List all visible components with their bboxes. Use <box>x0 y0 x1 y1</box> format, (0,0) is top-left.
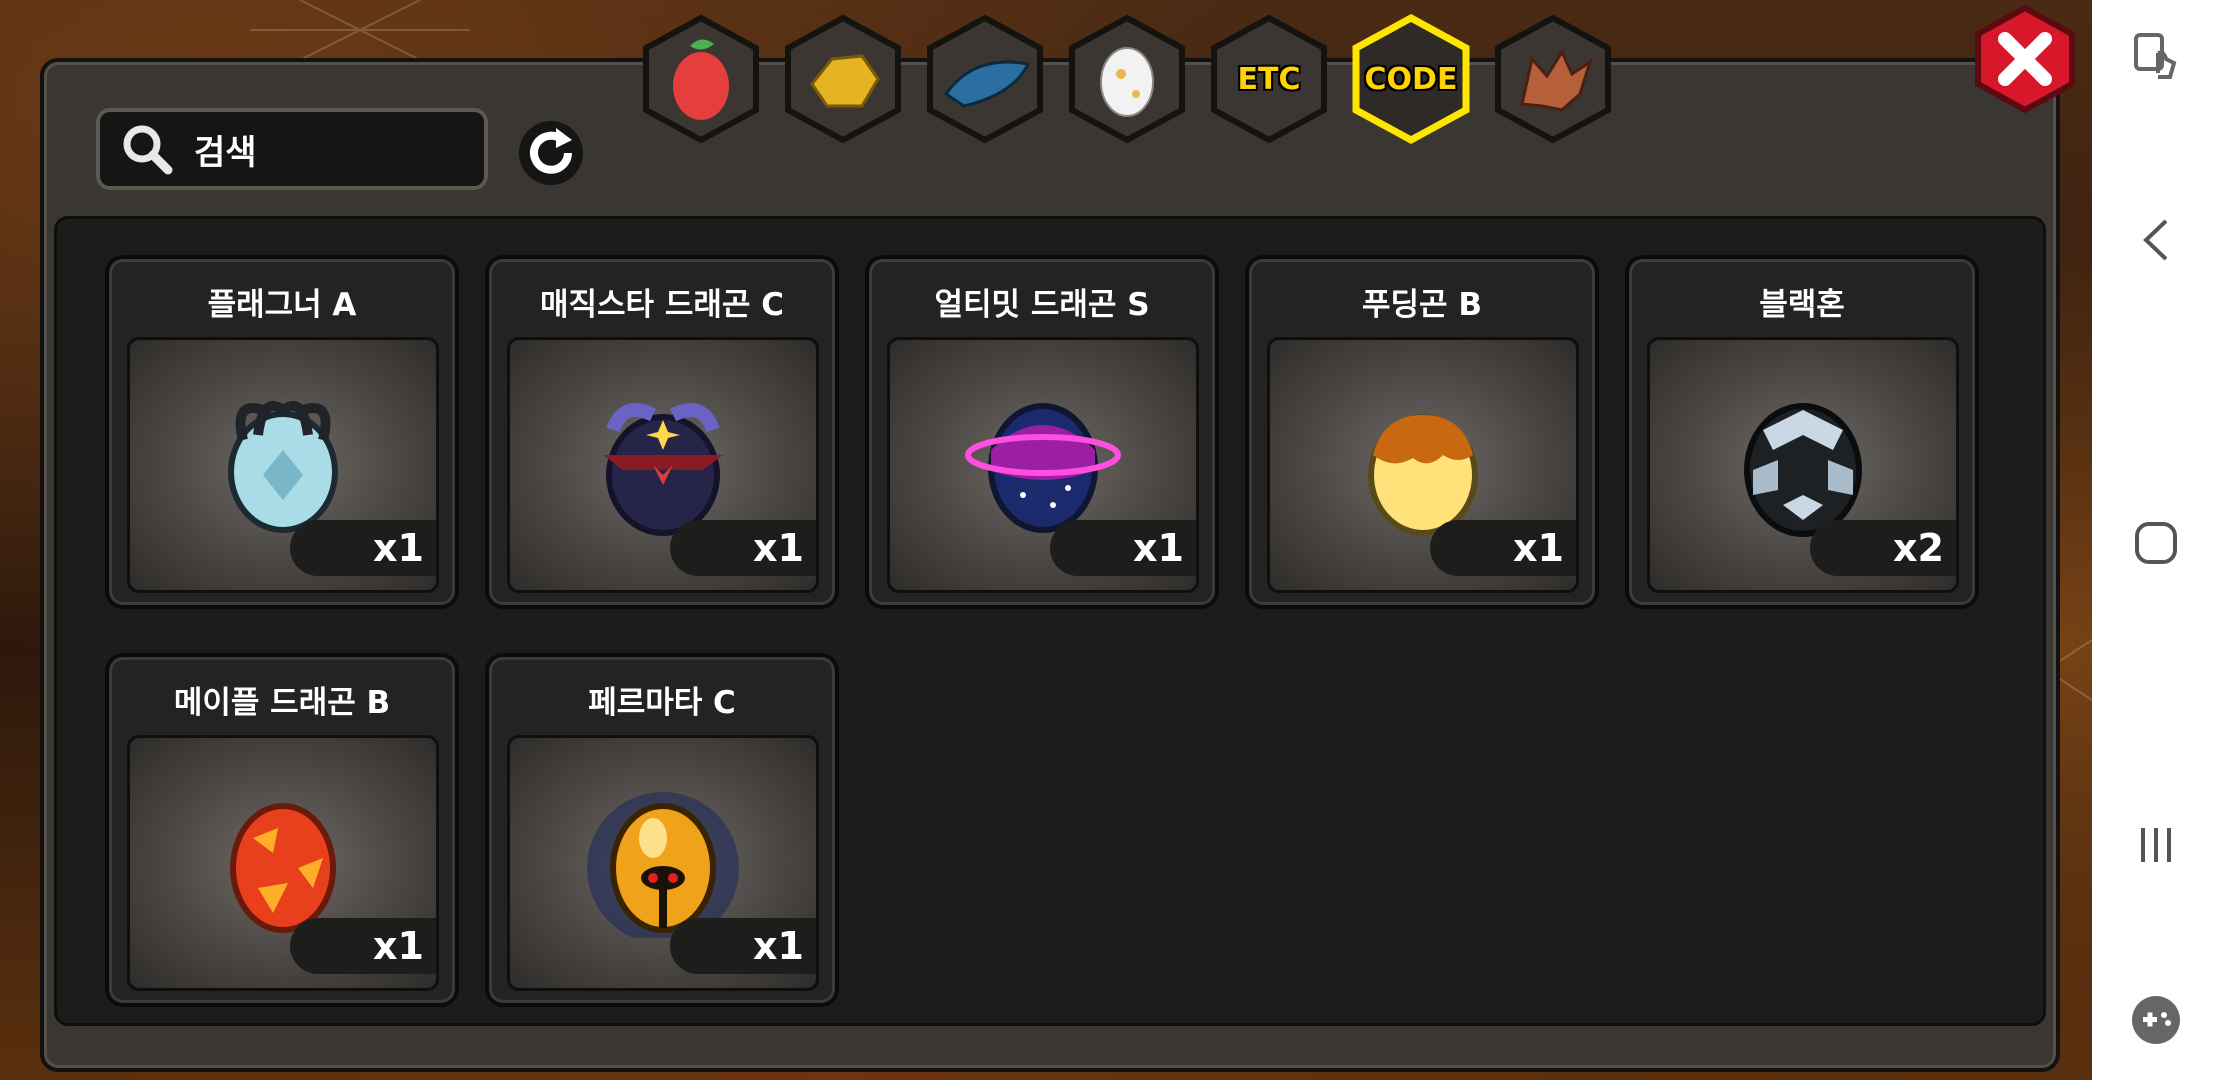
home-icon <box>2135 522 2177 564</box>
item-quantity: x1 <box>1430 520 1576 576</box>
system-navigation-bar <box>2092 0 2220 1080</box>
item-name: 매직스타 드래곤 C <box>540 287 784 323</box>
fruit-icon <box>673 52 729 120</box>
item-card[interactable]: 매직스타 드래곤 C x1 <box>485 255 839 609</box>
screen-touch-button[interactable] <box>2092 0 2220 110</box>
item-name: 블랙혼 <box>1759 287 1845 323</box>
item-name: 플래그너 A <box>207 287 357 323</box>
item-card[interactable]: 얼티밋 드래곤 S x1 <box>865 255 1219 609</box>
item-image-frame: x2 <box>1647 337 1959 593</box>
recents-button[interactable] <box>2092 790 2220 900</box>
tab-dragon[interactable] <box>1492 14 1614 144</box>
item-image-frame: x1 <box>1267 337 1579 593</box>
item-card[interactable]: 메이플 드래곤 B x1 <box>105 653 459 1007</box>
back-button[interactable] <box>2092 185 2220 295</box>
home-button[interactable] <box>2092 488 2220 598</box>
item-quantity: x2 <box>1810 520 1956 576</box>
blackhorn-egg-icon <box>1744 403 1862 537</box>
item-quantity: x1 <box>670 520 816 576</box>
refresh-icon[interactable] <box>516 118 586 188</box>
item-quantity: x1 <box>670 918 816 974</box>
recents-icon <box>2141 828 2171 862</box>
item-card[interactable]: 페르마타 C x1 <box>485 653 839 1007</box>
magicstar-egg-icon <box>603 403 723 536</box>
flagner-egg-icon <box>228 400 338 533</box>
item-image-frame: x1 <box>507 337 819 593</box>
item-name: 메이플 드래곤 B <box>173 685 391 721</box>
item-name: 페르마타 C <box>588 685 736 721</box>
ultimate-egg-icon <box>965 403 1121 533</box>
tab-gold-ore[interactable] <box>782 14 904 144</box>
tab-egg[interactable] <box>1066 14 1188 144</box>
inventory-panel: 검색 플래그너 A x1 매직스타 드래곤 C x1 얼티밋 드래곤 S x1 … <box>40 58 2060 1072</box>
item-name: 얼티밋 드래곤 S <box>934 287 1150 323</box>
category-tabs: ETC CODE <box>640 14 1640 144</box>
item-image-frame: x1 <box>127 735 439 991</box>
item-card[interactable]: 블랙혼 x2 <box>1625 255 1979 609</box>
item-quantity: x1 <box>1050 520 1196 576</box>
item-quantity: x1 <box>290 520 436 576</box>
tab-code-label: CODE <box>1364 61 1458 97</box>
search-icon <box>123 125 173 175</box>
item-name: 푸딩곤 B <box>1362 287 1482 323</box>
item-image-frame: x1 <box>127 337 439 593</box>
egg-icon <box>1100 47 1154 117</box>
pudding-egg-icon <box>1368 414 1478 536</box>
touch-lock-icon <box>2134 33 2177 79</box>
tab-etc-label: ETC <box>1237 61 1301 97</box>
item-quantity: x1 <box>290 918 436 974</box>
search-input[interactable]: 검색 <box>96 108 488 190</box>
item-image-frame: x1 <box>887 337 1199 593</box>
game-tools-button[interactable] <box>2092 965 2220 1075</box>
gamepad-icon <box>2132 996 2180 1044</box>
tab-etc[interactable]: ETC <box>1208 14 1330 144</box>
item-card[interactable]: 플래그너 A x1 <box>105 255 459 609</box>
close-button[interactable] <box>1970 4 2080 114</box>
item-grid: 플래그너 A x1 매직스타 드래곤 C x1 얼티밋 드래곤 S x1 푸딩곤… <box>54 216 2046 1026</box>
tab-feather[interactable] <box>924 14 1046 144</box>
tab-code[interactable]: CODE <box>1350 14 1472 144</box>
item-card[interactable]: 푸딩곤 B x1 <box>1245 255 1599 609</box>
tab-fruit[interactable] <box>640 14 762 144</box>
back-icon <box>2143 219 2168 261</box>
fermata-egg-icon <box>587 792 739 938</box>
item-image-frame: x1 <box>507 735 819 991</box>
maple-egg-icon <box>230 803 336 933</box>
search-placeholder: 검색 <box>194 132 257 173</box>
